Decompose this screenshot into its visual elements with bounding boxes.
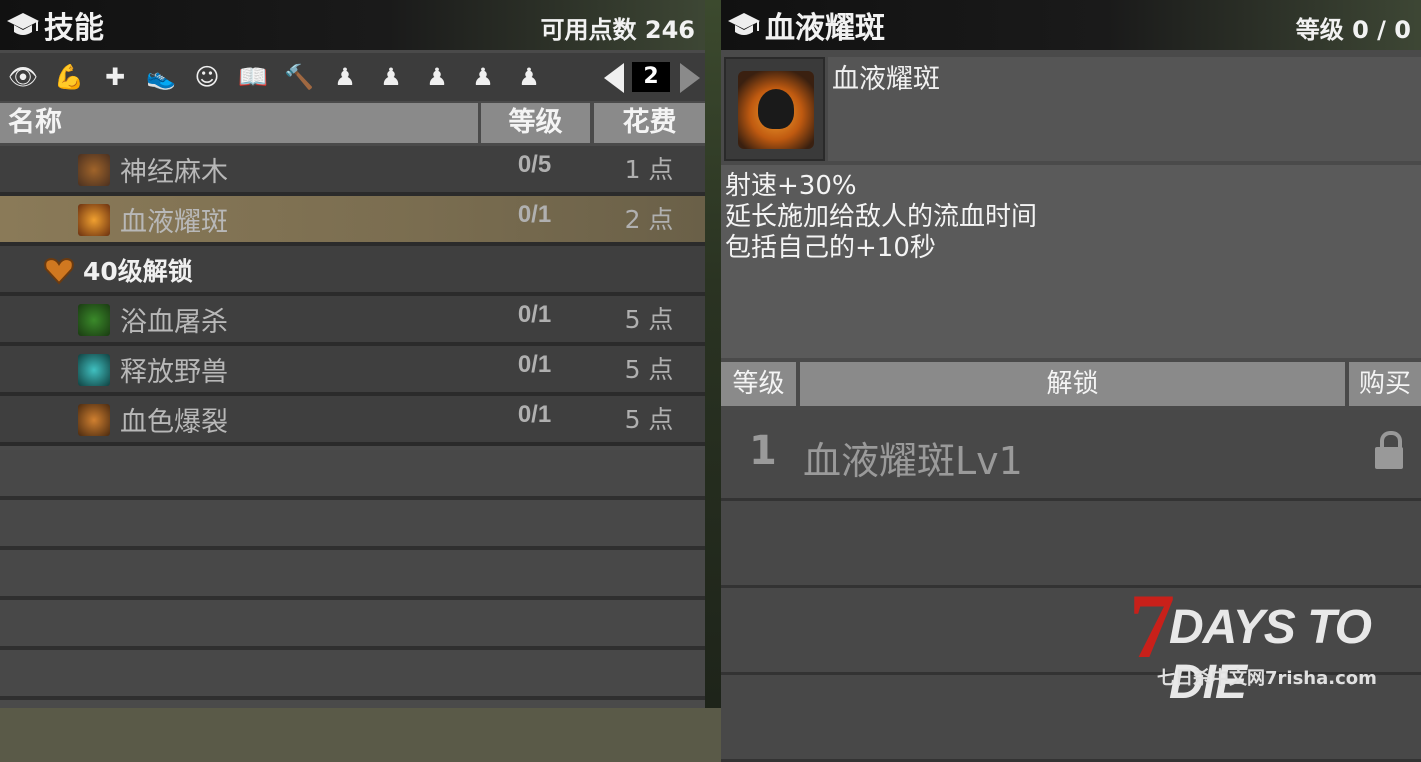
character-3-icon[interactable]: ♟ xyxy=(420,61,454,93)
detail-level: 等级 0 / 0 xyxy=(1295,16,1411,44)
detail-title: 血液耀斑 xyxy=(765,11,885,46)
flaming-skull-icon xyxy=(738,71,814,149)
skill-cost: 5 点 xyxy=(624,405,674,434)
category-toolbar: 2 👁 💪 ✚ 👟 ☺ 📖 🔨 ♟ ♟ ♟ ♟ ♟ xyxy=(0,53,705,101)
skill-row-numb[interactable]: 神经麻木 0/5 1 点 xyxy=(0,146,705,196)
description-line: 包括自己的+10秒 xyxy=(725,233,936,263)
skill-icon-frame xyxy=(724,57,825,161)
skill-name: 释放野兽 xyxy=(120,357,228,388)
beast-eye-icon xyxy=(78,354,110,386)
burst-fist-icon xyxy=(78,404,110,436)
skill-level: 0/5 xyxy=(517,151,552,178)
muscle-arm-icon[interactable]: 💪 xyxy=(52,61,86,93)
level-row[interactable]: 1 血液耀斑Lv1 xyxy=(721,410,1421,501)
level-name: 血液耀斑Lv1 xyxy=(803,439,1023,483)
plus-icon[interactable]: ✚ xyxy=(98,61,132,93)
empty-row xyxy=(0,600,705,650)
skill-level: 0/1 xyxy=(517,301,552,328)
column-header-level[interactable]: 等级 xyxy=(481,103,590,143)
character-1-icon[interactable]: ♟ xyxy=(328,61,362,93)
graduation-cap-icon xyxy=(727,10,761,40)
skills-titlebar: 技能 可用点数 246 xyxy=(0,0,705,50)
empty-row xyxy=(0,450,705,500)
skill-level: 0/1 xyxy=(517,201,552,228)
skill-cost: 1 点 xyxy=(624,155,674,184)
eye-icon[interactable]: 👁 xyxy=(6,61,40,93)
graduation-cap-icon xyxy=(6,10,40,40)
column-header-unlock: 解锁 xyxy=(800,362,1345,406)
page-number: 2 xyxy=(632,62,670,92)
snake-icon xyxy=(78,154,110,186)
character-2-icon[interactable]: ♟ xyxy=(374,61,408,93)
watermark-logo: 7 DAYS TO DIE 七日杀中文网7risha.com xyxy=(1129,580,1419,709)
heart-badge-icon xyxy=(42,254,76,286)
logo-subtext: 七日杀中文网7risha.com xyxy=(1157,668,1377,689)
column-header-level: 等级 xyxy=(721,362,796,406)
available-points: 可用点数 246 xyxy=(540,16,695,44)
detail-titlebar: 血液耀斑 等级 0 / 0 xyxy=(721,0,1421,50)
character-5-icon[interactable]: ♟ xyxy=(512,61,546,93)
hammer-icon[interactable]: 🔨 xyxy=(282,61,316,93)
skill-name: 血液耀斑 xyxy=(832,64,940,95)
skill-description: 射速+30% 延长施加给敌人的流血时间 包括自己的+10秒 xyxy=(721,165,1421,358)
skills-panel: 技能 可用点数 246 2 👁 💪 ✚ 👟 ☺ 📖 🔨 ♟ ♟ ♟ ♟ ♟ 名称 等级 花费 神经麻木… xyxy=(0,0,705,708)
unlock-group-header: 40级解锁 xyxy=(0,246,705,296)
page-prev-arrow-icon[interactable] xyxy=(604,63,624,93)
character-4-icon[interactable]: ♟ xyxy=(466,61,500,93)
skill-level: 0/1 xyxy=(517,401,552,428)
skill-name-box: 血液耀斑 xyxy=(828,57,1421,161)
column-header-name[interactable]: 名称 xyxy=(0,103,478,143)
page-next-arrow-icon[interactable] xyxy=(680,63,700,93)
skill-name: 神经麻木 xyxy=(120,157,228,188)
flaming-skull-icon xyxy=(78,204,110,236)
skill-row-blood-burst[interactable]: 血色爆裂 0/1 5 点 xyxy=(0,396,705,446)
skill-row-blood-flare[interactable]: 血液耀斑 0/1 2 点 xyxy=(0,196,705,246)
level-number: 1 xyxy=(749,428,777,474)
skill-name: 浴血屠杀 xyxy=(120,307,228,338)
skill-level: 0/1 xyxy=(517,351,552,378)
lock-icon xyxy=(1375,431,1403,469)
column-header-cost[interactable]: 花费 xyxy=(594,103,705,143)
skill-row-bloodbath[interactable]: 浴血屠杀 0/1 5 点 xyxy=(0,296,705,346)
skill-cost: 5 点 xyxy=(624,355,674,384)
background-divider xyxy=(705,0,721,708)
brain-head-icon[interactable]: ☺ xyxy=(190,61,224,93)
skill-cost: 2 点 xyxy=(624,205,674,234)
logo-text: DAYS TO DIE xyxy=(1169,601,1372,709)
skill-detail-panel: 血液耀斑 等级 0 / 0 血液耀斑 射速+30% 延长施加给敌人的流血时间 包… xyxy=(721,0,1421,762)
skill-name: 血液耀斑 xyxy=(120,207,228,238)
empty-row xyxy=(0,550,705,600)
green-bug-icon xyxy=(78,304,110,336)
book-icon[interactable]: 📖 xyxy=(236,61,270,93)
empty-level-row xyxy=(721,501,1421,588)
running-shoe-icon[interactable]: 👟 xyxy=(144,61,178,93)
skill-cost: 5 点 xyxy=(624,305,674,334)
group-label: 40级解锁 xyxy=(83,257,193,286)
empty-row xyxy=(0,650,705,700)
column-header-buy: 购买 xyxy=(1349,362,1421,406)
skill-name: 血色爆裂 xyxy=(120,407,228,438)
skill-row-release-beast[interactable]: 释放野兽 0/1 5 点 xyxy=(0,346,705,396)
panel-title: 技能 xyxy=(44,11,104,46)
empty-row xyxy=(0,500,705,550)
